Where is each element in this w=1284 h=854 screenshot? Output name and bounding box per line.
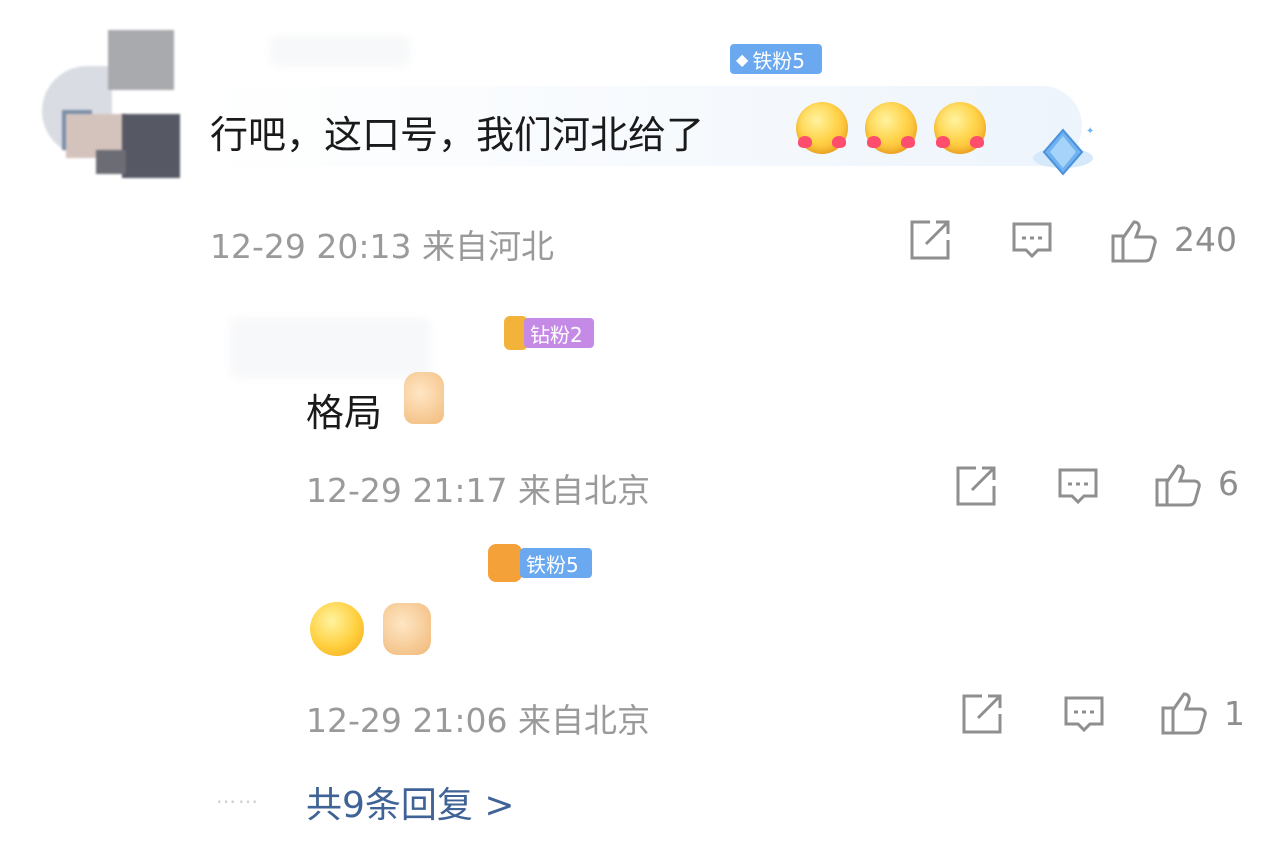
avatar[interactable] xyxy=(42,30,182,180)
share-icon[interactable] xyxy=(908,218,952,262)
more-replies-dots: …… xyxy=(216,784,260,808)
like-count: 240 xyxy=(1174,220,1237,259)
username-redacted[interactable] xyxy=(230,318,430,378)
share-icon[interactable] xyxy=(960,692,1004,736)
diamond-icon: ◆ xyxy=(736,49,749,69)
svg-text:✦: ✦ xyxy=(1086,126,1094,137)
heart-eyes-blush-emoji xyxy=(796,102,987,154)
crown-icon xyxy=(488,544,522,582)
share-icon[interactable] xyxy=(954,464,998,508)
diamond-decoration-icon: ✦ xyxy=(1030,124,1096,180)
reply-meta: 12-29 21:06 来自北京 xyxy=(306,701,650,740)
reply-text: 格局 xyxy=(306,391,383,435)
fan-badge[interactable]: 钻粉2 xyxy=(524,318,594,348)
comment-meta: 12-29 20:13 来自河北 xyxy=(210,227,554,266)
fan-badge-label: 铁粉5 xyxy=(752,48,806,73)
like-icon[interactable] xyxy=(1110,218,1157,263)
fan-badge[interactable]: 铁粉5 xyxy=(520,548,592,578)
comment-icon[interactable] xyxy=(1010,218,1054,262)
thumbs-up-emoji xyxy=(404,372,444,431)
fan-badge-label: 铁粉5 xyxy=(526,552,579,577)
like-icon[interactable] xyxy=(1160,690,1207,735)
grin-thumbs-up-emoji xyxy=(310,602,432,658)
reply-meta: 12-29 21:17 来自北京 xyxy=(306,471,650,510)
like-count: 1 xyxy=(1224,694,1245,733)
fan-badge[interactable]: ◆ 铁粉5 xyxy=(730,44,822,74)
fan-badge-label: 钻粉2 xyxy=(530,322,583,347)
username-redacted[interactable] xyxy=(270,36,410,66)
more-replies-link[interactable]: 共9条回复 > xyxy=(306,776,515,828)
comment-icon[interactable] xyxy=(1056,464,1100,508)
comment-text: 行吧，这口号，我们河北给了 xyxy=(210,113,705,157)
like-icon[interactable] xyxy=(1154,462,1201,507)
like-count: 6 xyxy=(1218,464,1239,503)
comment-icon[interactable] xyxy=(1062,692,1106,736)
